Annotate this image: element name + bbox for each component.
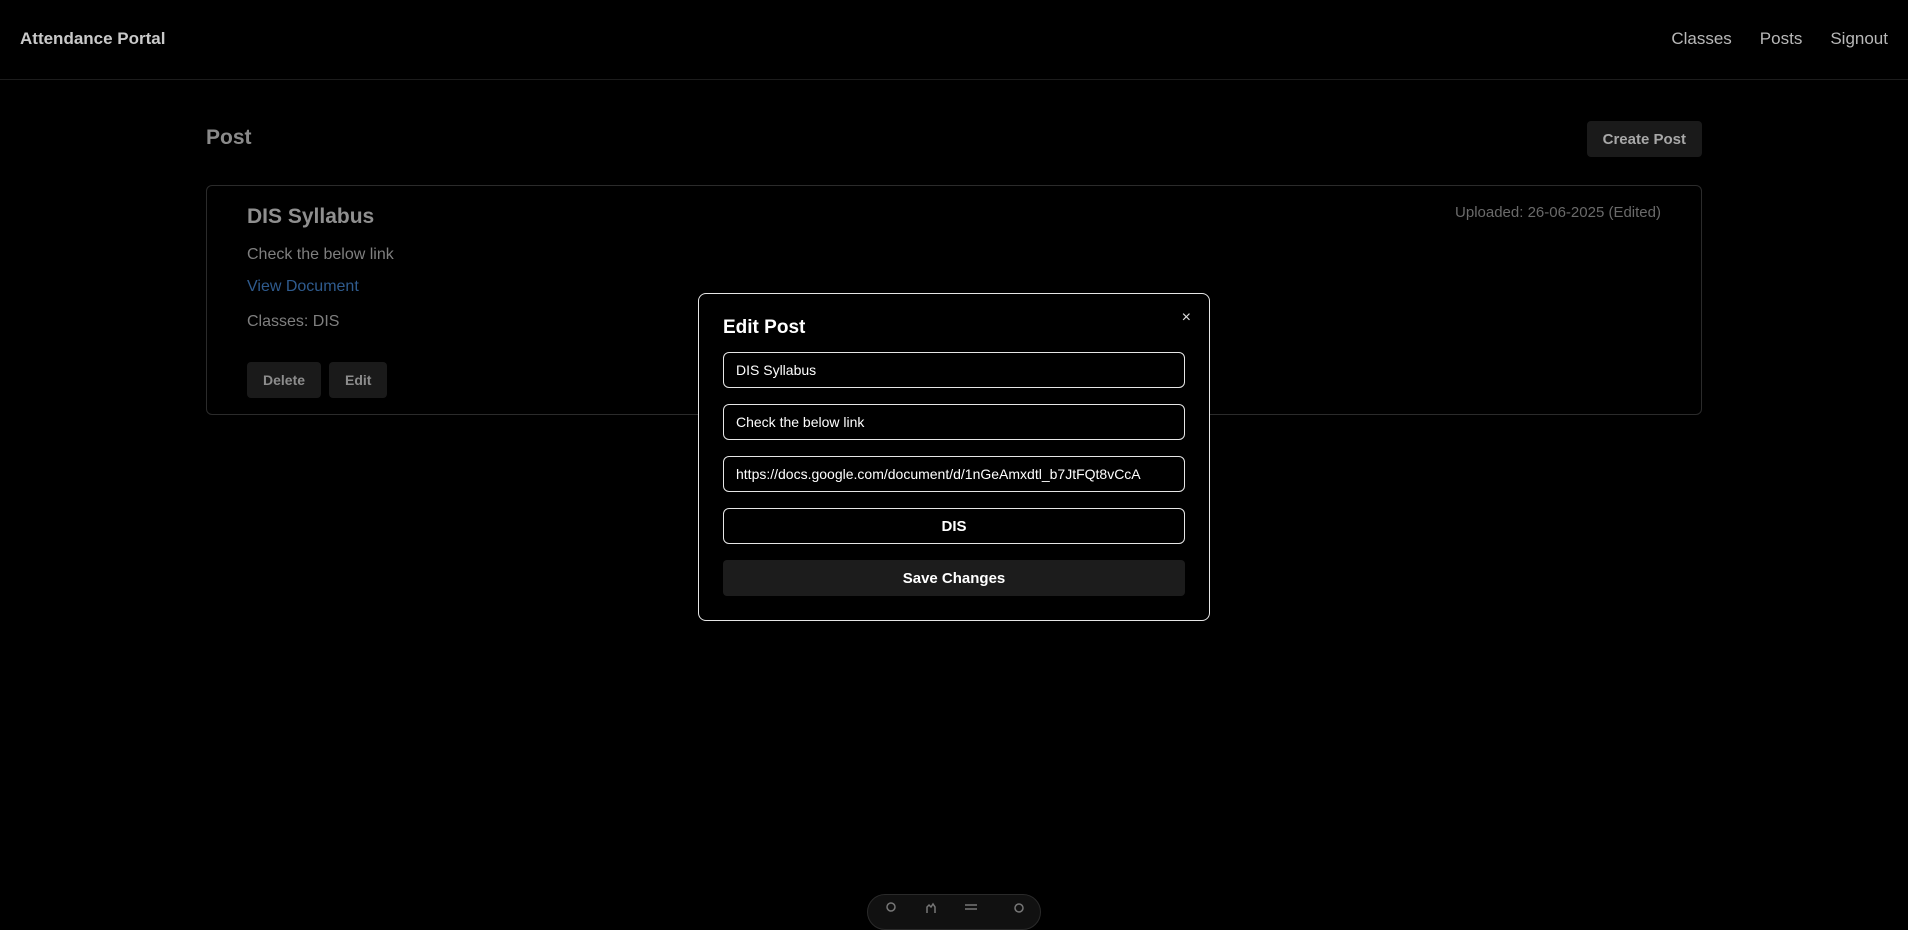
class-select[interactable]: DIS (723, 508, 1185, 544)
post-classes: Classes: DIS (247, 313, 340, 330)
brand-title: Attendance Portal (20, 29, 166, 48)
post-actions: Delete Edit (247, 362, 388, 398)
nav-link-posts[interactable]: Posts (1760, 29, 1803, 49)
top-navbar: Attendance Portal Classes Posts Signout (0, 0, 1908, 80)
delete-button[interactable]: Delete (247, 362, 322, 398)
post-title: DIS Syllabus (247, 205, 375, 228)
edit-button[interactable]: Edit (329, 362, 388, 398)
class-select-value: DIS (941, 517, 967, 535)
nav-links: Classes Posts Signout (1671, 29, 1888, 49)
view-document-link[interactable]: View Document (247, 278, 359, 296)
title-input[interactable] (723, 352, 1185, 388)
menu-icon[interactable] (964, 901, 978, 913)
page-title: Post (206, 126, 252, 149)
user-icon[interactable] (884, 901, 898, 913)
gear-icon[interactable] (1012, 901, 1026, 913)
nav-link-signout[interactable]: Signout (1830, 29, 1888, 49)
create-post-button[interactable]: Create Post (1586, 121, 1702, 157)
hand-icon[interactable] (924, 901, 938, 913)
floating-toolbar (867, 894, 1041, 930)
nav-link-classes[interactable]: Classes (1671, 29, 1731, 49)
url-input[interactable] (723, 456, 1185, 492)
close-icon[interactable]: × (1182, 309, 1191, 327)
post-upload-date: Uploaded: 26-06-2025 (Edited) (1455, 204, 1661, 221)
modal-title: Edit Post (723, 317, 806, 338)
post-description: Check the below link (247, 246, 394, 263)
save-changes-button[interactable]: Save Changes (723, 560, 1185, 596)
description-input[interactable] (723, 404, 1185, 440)
edit-post-modal: Edit Post × DIS Save Changes (698, 293, 1210, 621)
